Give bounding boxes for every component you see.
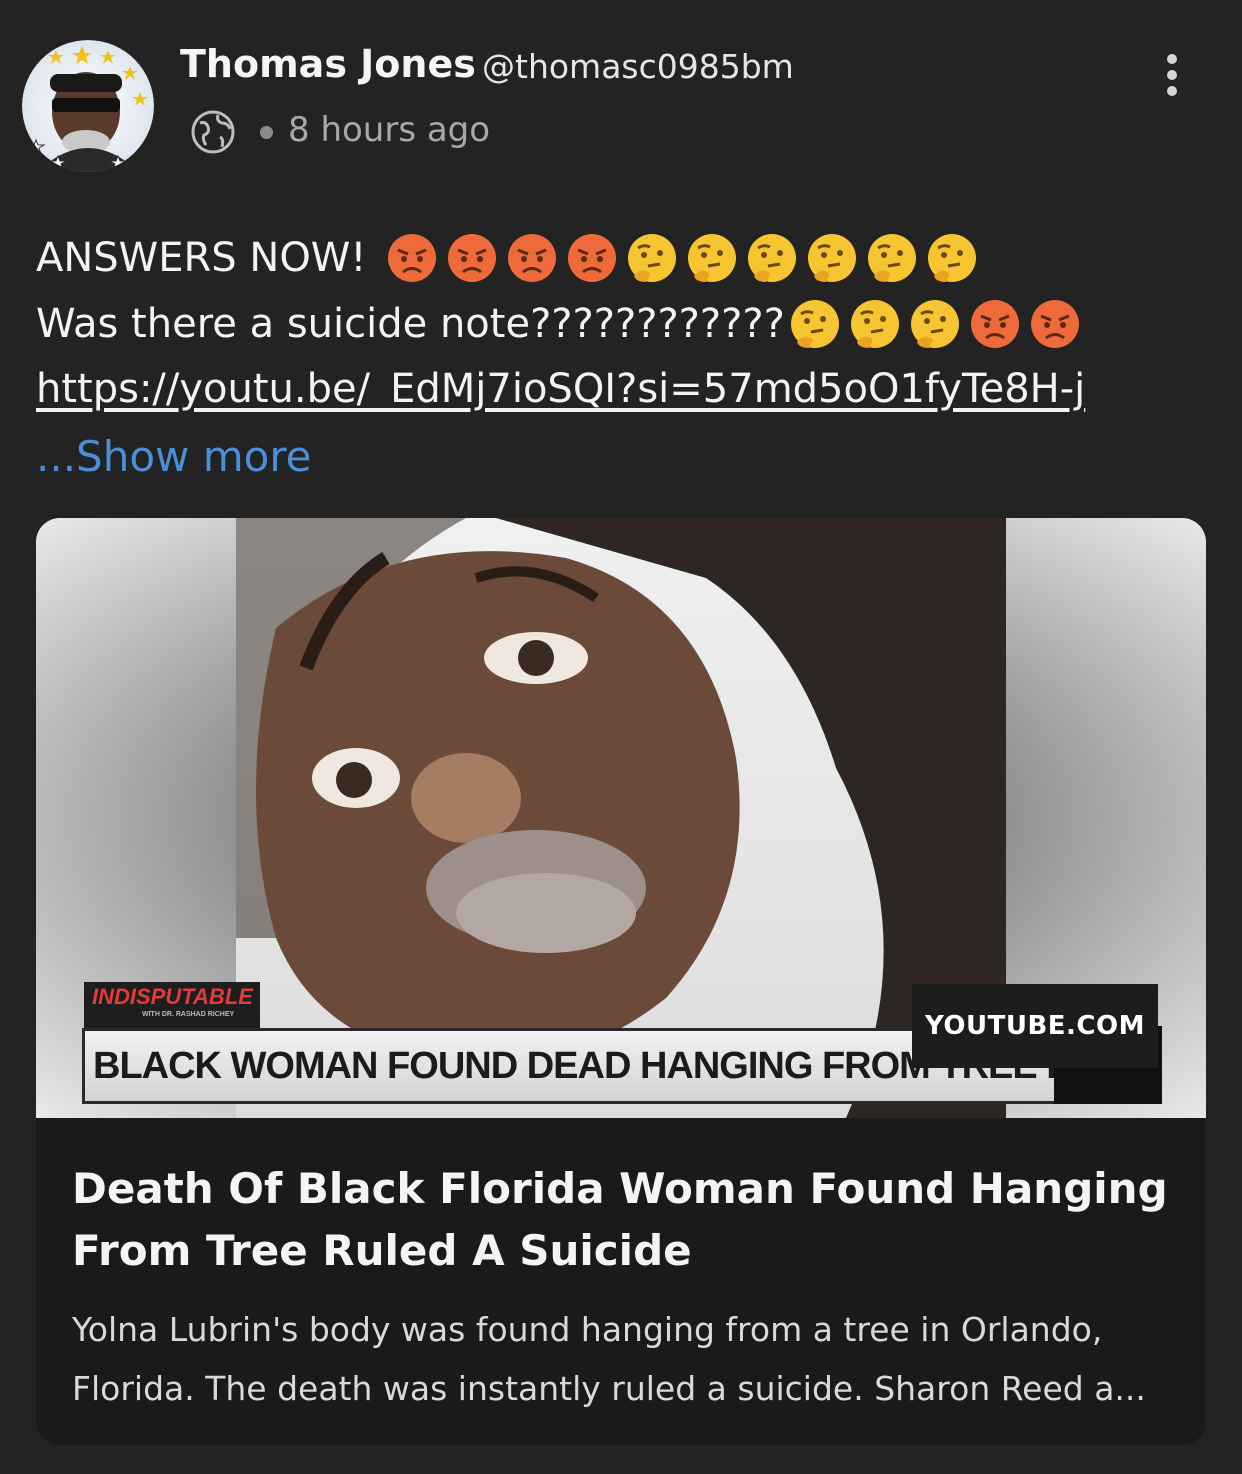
thinking-face-emoji-icon	[926, 232, 978, 284]
thinking-face-emoji-icon	[849, 298, 901, 350]
more-vertical-icon	[1167, 54, 1177, 64]
show-more-link[interactable]: ...Show more	[36, 432, 312, 481]
post-view: Thomas Jones @thomasc0985bm 8 hours ago …	[0, 0, 1242, 1474]
source-badge: YOUTUBE.COM	[912, 984, 1158, 1068]
author-handle[interactable]: @thomasc0985bm	[482, 47, 794, 86]
thinking-face-emoji-icon	[866, 232, 918, 284]
banner-brand: INDISPUTABLE WITH DR. RASHAD RICHEY	[84, 982, 260, 1032]
angry-face-emoji-icon	[506, 232, 558, 284]
post-text-line1: ANSWERS NOW!	[36, 232, 986, 284]
emoji-row-2	[789, 298, 1089, 350]
more-options-button[interactable]	[1150, 50, 1194, 100]
link-preview-card[interactable]: INDISPUTABLE WITH DR. RASHAD RICHEY BLAC…	[36, 518, 1206, 1445]
angry-face-emoji-icon	[969, 298, 1021, 350]
author-avatar[interactable]	[22, 40, 154, 172]
post-timestamp: 8 hours ago	[288, 110, 491, 150]
angry-face-emoji-icon	[1029, 298, 1081, 350]
post-text-line2: Was there a suicide note????????????	[36, 298, 1089, 350]
post-text-line2-text: Was there a suicide note????????????	[36, 301, 785, 347]
emoji-row-1	[386, 232, 986, 284]
thinking-face-emoji-icon	[789, 298, 841, 350]
thinking-face-emoji-icon	[746, 232, 798, 284]
preview-thumbnail[interactable]: INDISPUTABLE WITH DR. RASHAD RICHEY BLAC…	[36, 518, 1206, 1118]
thinking-face-emoji-icon	[909, 298, 961, 350]
post-link[interactable]: https://youtu.be/_EdMj7ioSQI?si=57md5oO1…	[36, 366, 1085, 412]
angry-face-emoji-icon	[566, 232, 618, 284]
separator-dot	[260, 126, 273, 139]
angry-face-emoji-icon	[386, 232, 438, 284]
preview-title[interactable]: Death Of Black Florida Woman Found Hangi…	[72, 1158, 1172, 1282]
thinking-face-emoji-icon	[626, 232, 678, 284]
thinking-face-emoji-icon	[686, 232, 738, 284]
globe-icon	[190, 109, 236, 155]
preview-description: Yolna Lubrin's body was found hanging fr…	[72, 1310, 1146, 1408]
author-name[interactable]: Thomas Jones	[180, 42, 476, 86]
post-text-line1-text: ANSWERS NOW!	[36, 235, 367, 281]
angry-face-emoji-icon	[446, 232, 498, 284]
thinking-face-emoji-icon	[806, 232, 858, 284]
